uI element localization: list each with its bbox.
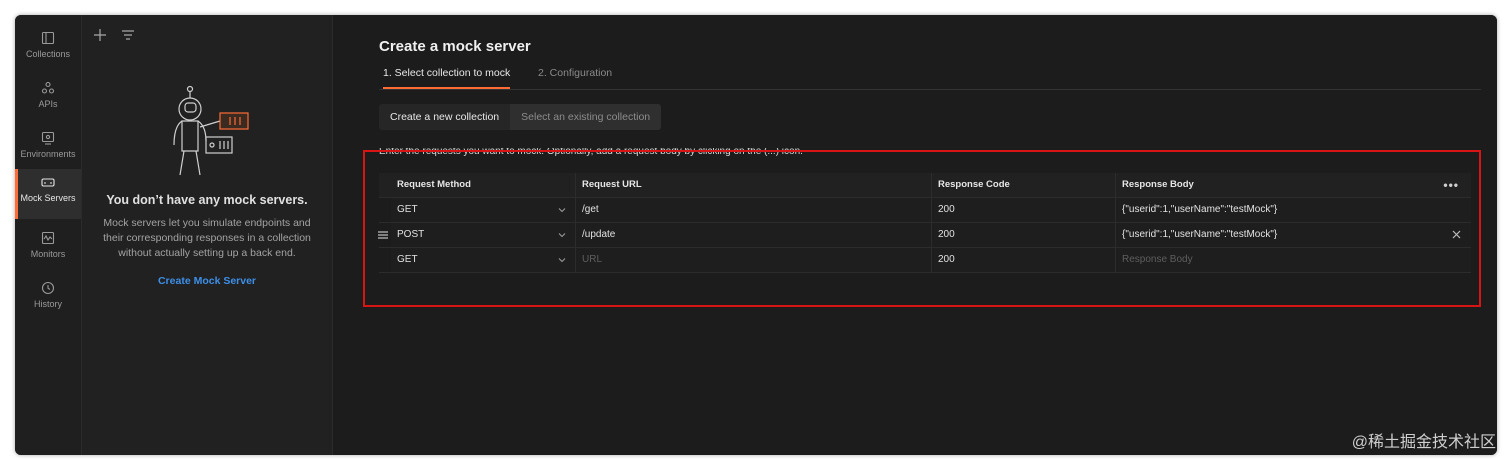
monitors-icon xyxy=(41,231,55,245)
collections-icon xyxy=(41,31,55,45)
history-icon xyxy=(41,281,55,295)
empty-state-description: Mock servers let you simulate endpoints … xyxy=(103,217,311,259)
instructions-text: Enter the requests you want to mock. Opt… xyxy=(379,148,803,157)
body-input[interactable]: {"userid":1,"userName":"testMock"} xyxy=(1115,198,1471,222)
header-request-url: Request URL xyxy=(575,173,931,197)
filter-icon[interactable] xyxy=(120,27,136,43)
rail-label: Mock Servers xyxy=(20,193,76,203)
more-options-icon[interactable]: ••• xyxy=(1443,179,1459,191)
close-icon[interactable] xyxy=(1452,230,1461,239)
nav-rail: Collections APIs Environments Mock Serve… xyxy=(15,15,82,455)
rail-label: Environments xyxy=(20,149,76,159)
code-input[interactable]: 200 xyxy=(931,248,1115,272)
method-value: POST xyxy=(397,229,425,240)
header-response-code: Response Code xyxy=(931,173,1115,197)
code-input[interactable]: 200 xyxy=(931,198,1115,222)
tab-select-collection[interactable]: 1. Select collection to mock xyxy=(383,67,511,89)
chevron-down-icon xyxy=(558,258,566,263)
rail-item-mock-servers[interactable]: Mock Servers xyxy=(15,169,81,219)
method-select[interactable]: GET xyxy=(391,248,575,272)
table-row: GET /get 200 {"userid":1,"userName":"tes… xyxy=(379,198,1471,223)
method-select[interactable]: POST xyxy=(391,223,575,247)
watermark: @稀土掘金技术社区 xyxy=(1351,434,1496,451)
method-value: GET xyxy=(397,254,418,265)
url-input[interactable]: /get xyxy=(575,198,931,222)
table-row: POST /update 200 {"userid":1,"userName":… xyxy=(378,223,1471,248)
body-input[interactable]: Response Body xyxy=(1115,248,1471,272)
plus-icon[interactable] xyxy=(92,27,108,43)
header-response-body: Response Body ••• xyxy=(1115,173,1471,197)
method-value: GET xyxy=(397,204,418,215)
mock-servers-icon xyxy=(41,178,55,187)
header-response-body-label: Response Body xyxy=(1122,179,1194,190)
rail-item-apis[interactable]: APIs xyxy=(15,75,81,123)
tab-configuration[interactable]: 2. Configuration xyxy=(538,67,612,87)
rail-item-history[interactable]: History xyxy=(15,275,81,323)
select-existing-collection-button[interactable]: Select an existing collection xyxy=(510,104,662,130)
collection-source-toggle: Create a new collection Select an existi… xyxy=(379,104,662,130)
rail-label: Collections xyxy=(25,49,71,59)
astronaut-illustration xyxy=(173,85,249,176)
rail-label: History xyxy=(33,299,62,309)
header-request-method: Request Method xyxy=(397,179,471,190)
mock-servers-sidebar: You don’t have any mock servers. Mock se… xyxy=(82,15,333,455)
main-panel: Create a mock server 1. Select collectio… xyxy=(333,15,1497,455)
table-row: GET URL 200 Response Body xyxy=(379,248,1471,273)
rail-label: APIs xyxy=(38,99,58,109)
rail-item-environments[interactable]: Environments xyxy=(15,125,81,173)
table-header: Request Method Request URL Response Code… xyxy=(379,173,1471,198)
chevron-down-icon xyxy=(558,208,566,213)
create-mock-server-link[interactable]: Create Mock Server xyxy=(82,275,332,287)
rail-label: Monitors xyxy=(30,249,66,259)
app-window: Collections APIs Environments Mock Serve… xyxy=(15,15,1497,455)
empty-state-title: You don’t have any mock servers. xyxy=(106,193,308,207)
apis-icon xyxy=(41,81,55,94)
requests-table: Request Method Request URL Response Code… xyxy=(378,173,1471,273)
url-input[interactable]: /update xyxy=(575,223,931,247)
body-input[interactable]: {"userid":1,"userName":"testMock"} xyxy=(1115,223,1471,247)
page-title: Create a mock server xyxy=(379,38,531,55)
chevron-down-icon xyxy=(558,233,566,238)
code-input[interactable]: 200 xyxy=(931,223,1115,247)
environments-icon xyxy=(41,131,55,145)
method-select[interactable]: GET xyxy=(391,198,575,222)
rail-item-collections[interactable]: Collections xyxy=(15,25,81,73)
rail-item-monitors[interactable]: Monitors xyxy=(15,225,81,273)
create-new-collection-button[interactable]: Create a new collection xyxy=(379,104,511,130)
drag-handle-icon[interactable] xyxy=(378,230,388,240)
step-tabs: 1. Select collection to mock 2. Configur… xyxy=(379,63,1481,90)
body-value: {"userid":1,"userName":"testMock"} xyxy=(1122,229,1278,240)
url-input[interactable]: URL xyxy=(575,248,931,272)
